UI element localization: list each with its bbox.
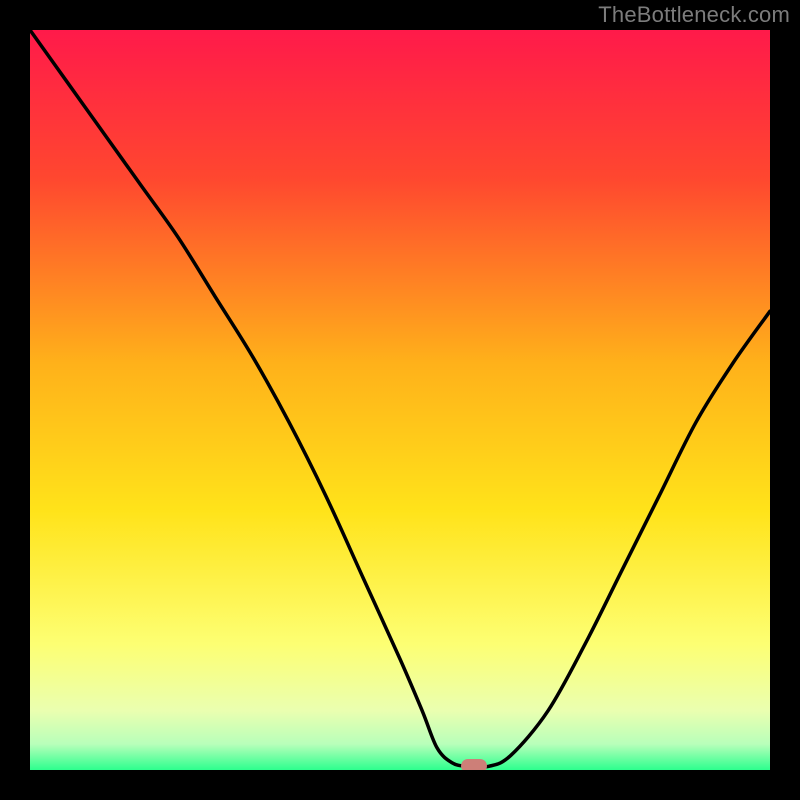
plot-area bbox=[30, 30, 770, 770]
optimum-marker bbox=[461, 759, 487, 770]
chart-frame: TheBottleneck.com bbox=[0, 0, 800, 800]
chart-svg bbox=[30, 30, 770, 770]
watermark-text: TheBottleneck.com bbox=[598, 2, 790, 28]
